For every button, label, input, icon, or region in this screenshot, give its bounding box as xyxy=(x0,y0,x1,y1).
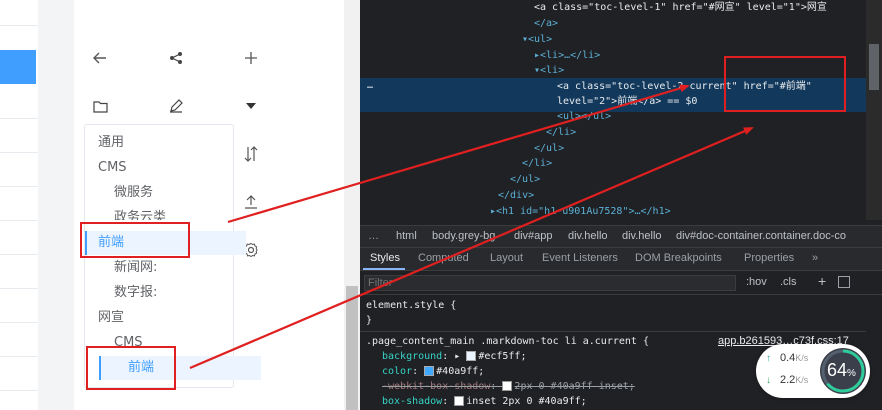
annotation-arrow xyxy=(227,84,690,224)
annotation-arrow xyxy=(189,126,754,370)
annotation-arrows xyxy=(189,84,754,370)
